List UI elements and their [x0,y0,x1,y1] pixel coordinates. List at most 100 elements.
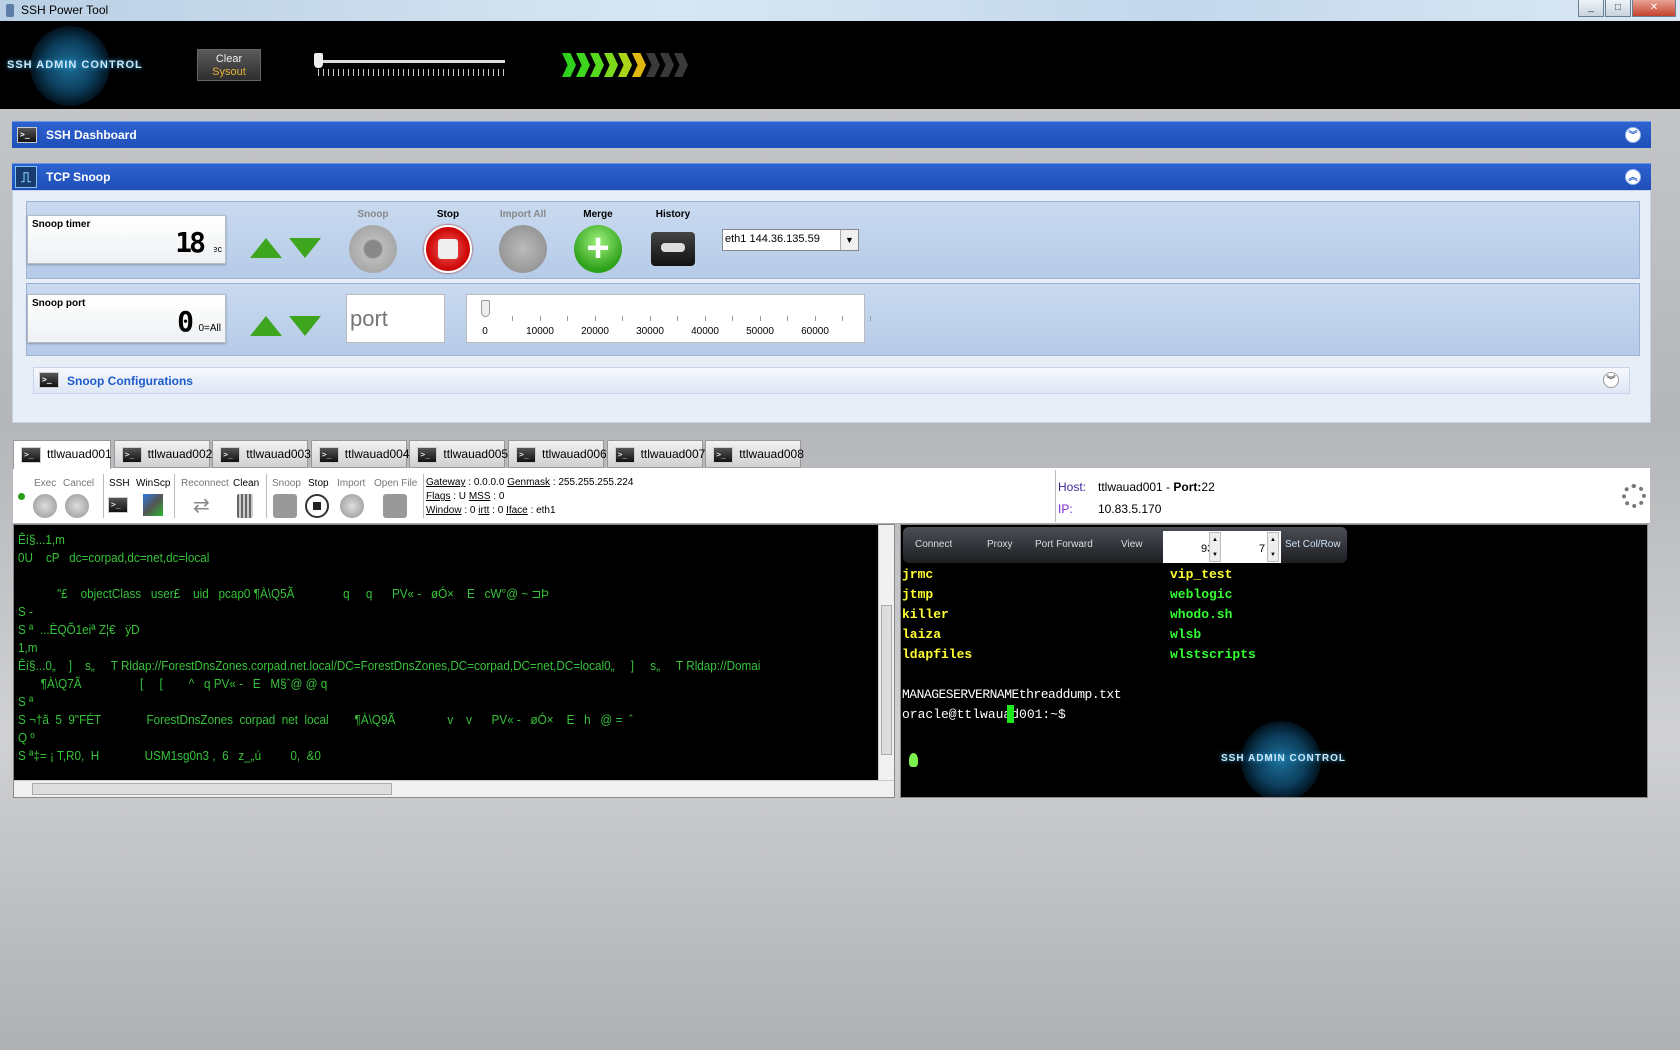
columns-spinner[interactable]: 93 ▲ ▼ [1163,531,1223,563]
tab-ttlwauad005[interactable]: >_ ttlwauad005 [409,440,508,468]
window-title: SSH Power Tool [21,3,109,17]
rows-spinner[interactable]: 7 ▲ ▼ [1223,531,1281,563]
proxy-button[interactable]: Proxy [987,539,1013,550]
snoop-output-pane[interactable]: Êí§...1,m 0U cP dc=corpad,dc=net,dc=loca… [13,524,895,798]
directory-entry: laiza [902,627,942,642]
timer-increase-button[interactable] [250,238,282,258]
tab-label: ttlwauad001 [47,447,112,461]
interface-select[interactable]: eth1 144.36.135.59 ▼ [722,229,859,251]
logo: SSH ADMIN CONTROL [7,59,143,71]
cancel-button[interactable] [65,494,89,518]
open-file-button[interactable] [383,494,407,518]
port-forward-button[interactable]: Port Forward [1035,539,1093,550]
port-tick [539,316,541,321]
spinner-arrows-icon[interactable]: ▲ ▼ [1209,532,1221,562]
scroll-thumb[interactable] [881,605,892,755]
port-tick [649,316,651,321]
port-increase-button[interactable] [250,316,282,336]
tab-ttlwauad008[interactable]: >_ ttlwauad008 [705,440,804,468]
horizontal-scrollbar[interactable] [14,780,894,797]
tab-ttlwauad001[interactable]: >_ ttlwauad001 [13,440,112,469]
slider-track[interactable] [318,60,505,63]
tab-ttlwauad004[interactable]: >_ ttlwauad004 [310,440,410,468]
snoop-configurations-bar[interactable]: >_ Snoop Configurations ︾ [33,367,1630,394]
waveform-icon: ⎍ [15,166,37,188]
merge-button[interactable]: + [574,225,622,273]
port-decrease-button[interactable] [289,316,321,336]
timer-decrease-button[interactable] [289,238,321,258]
stop-button[interactable] [424,225,472,273]
cassette-icon [661,243,685,252]
spinner-arrows-icon[interactable]: ▲ ▼ [1267,532,1279,562]
set-col-row-button[interactable]: Set Col/Row [1285,539,1341,550]
import-all-button[interactable] [499,225,547,273]
collapse-icon[interactable]: ︽ [1625,169,1641,185]
port-slider-thumb[interactable] [481,300,490,317]
tab-ttlwauad003[interactable]: >_ ttlwauad003 [212,440,311,468]
host-label: Host: [1058,480,1087,494]
terminal-icon: >_ [17,127,37,143]
expand-icon[interactable]: ︾ [1603,372,1619,388]
minimize-button[interactable]: _ [1578,0,1604,17]
tab-label: ttlwauad002 [147,447,213,461]
vertical-scrollbar[interactable] [878,525,894,781]
tcp-snoop-bar[interactable]: ⎍ TCP Snoop ︽ [12,163,1651,190]
port-tick-label: 20000 [581,326,609,337]
import-button[interactable] [340,494,364,518]
port-tick [677,316,678,321]
signal-chevron [590,53,604,77]
reconnect-button[interactable]: ⇄ [193,495,215,517]
exec-button[interactable] [33,494,57,518]
tab-ttlwauad007[interactable]: >_ ttlwauad007 [606,440,705,468]
snoop-timer-label: Snoop timer [32,219,91,230]
history-button[interactable] [651,232,695,266]
port-tick-label: 30000 [636,326,664,337]
directory-entry: weblogic [1170,587,1233,602]
port-tick [869,316,871,321]
tcp-snoop-title: TCP Snoop [46,170,111,184]
winscp-label: WinScp [136,478,171,489]
signal-chevron [618,53,632,77]
snoop-timer-value: 18 [175,226,206,259]
terminal-toolbar: Connect Proxy Port Forward View 93 ▲ ▼ 7 ▲ ▼… [903,527,1347,563]
history-label: History [655,209,691,220]
ssh-dashboard-title: SSH Dashboard [46,128,137,142]
connect-button[interactable]: Connect [915,539,952,550]
port-tick [787,316,788,321]
tab-label: ttlwauad004 [344,447,410,461]
port-input[interactable] [346,294,445,343]
snoop-button[interactable] [349,225,397,273]
stop-button[interactable] [305,494,329,518]
ip-label: IP: [1058,502,1073,516]
port-tick [567,316,568,321]
ssh-dashboard-bar[interactable]: >_ SSH Dashboard ︾ [12,121,1651,148]
scroll-thumb[interactable] [32,783,392,795]
directory-entry: jtmp [902,587,934,602]
slider-thumb[interactable] [314,53,323,68]
slider-ticks [318,69,505,76]
snoop-label: Snoop [272,478,301,489]
signal-chevron [660,53,674,77]
ssh-terminal[interactable]: Connect Proxy Port Forward View 93 ▲ ▼ 7 ▲ ▼… [900,524,1648,798]
clean-trash-button[interactable] [237,494,253,518]
expand-icon[interactable]: ︾ [1625,127,1641,143]
port-tick-label: 10000 [526,326,554,337]
terminal-icon: >_ [39,372,59,388]
watermark-logo: SSH ADMIN CONTROL [1221,753,1346,764]
port-tick [814,316,816,321]
clear-sysout-button[interactable]: Clear Sysout [197,49,261,81]
snoop-button[interactable] [273,494,297,518]
view-button[interactable]: View [1121,539,1143,550]
winscp-button[interactable] [143,494,163,516]
directory-entry: vip_test [1170,567,1233,582]
port-slider[interactable]: 0 10000 20000 30000 40000 50000 60000 [466,294,871,343]
terminal-icon: >_ [516,447,536,463]
tab-ttlwauad002[interactable]: >_ ttlwauad002 [113,440,213,468]
directory-entry: jrmc [902,567,934,582]
ssh-button[interactable]: >_ [108,497,128,513]
close-button[interactable]: ✕ [1632,0,1676,17]
tab-ttlwauad006[interactable]: >_ ttlwauad006 [508,440,607,468]
maximize-button[interactable]: □ [1605,0,1631,17]
terminal-icon: >_ [318,447,339,463]
file-entry: MANAGESERVERNAMEthreaddump.txt [902,687,1122,702]
